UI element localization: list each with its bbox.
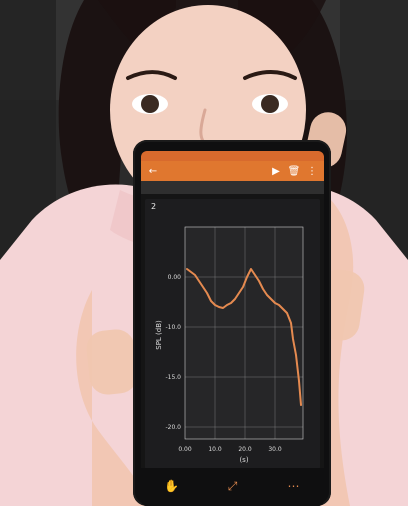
back-button[interactable]: ← <box>147 165 159 177</box>
bottom-navigation: ✋ ⤢ ⋯ <box>141 468 324 506</box>
scene: ← ▶ 🗑 ⋮ 2 SPL (dB) 0.00 -10.0 -15.0 -20.… <box>0 0 408 506</box>
expand-icon: ⤢ <box>227 478 238 493</box>
hand-icon: ✋ <box>164 479 179 493</box>
x-tick: 30.0 <box>268 446 282 453</box>
bottom-nav-item-2[interactable]: ⤢ <box>207 479 259 495</box>
x-axis-label: (s) <box>239 456 248 464</box>
dots-icon: ⋯ <box>287 479 300 493</box>
status-bar <box>141 151 324 161</box>
y-tick: -10.0 <box>165 324 181 331</box>
y-tick: -20.0 <box>165 424 181 431</box>
trash-button[interactable]: 🗑 <box>287 165 301 177</box>
app-bar: ← ▶ 🗑 ⋮ <box>141 161 324 181</box>
trash-icon: 🗑 <box>287 165 301 177</box>
phone-screen: ← ▶ 🗑 ⋮ 2 SPL (dB) 0.00 -10.0 -15.0 -20.… <box>141 151 324 506</box>
more-button[interactable]: ⋮ <box>306 165 318 177</box>
bottom-nav-item-3[interactable]: ⋯ <box>268 479 320 495</box>
panel-number: 2 <box>151 201 157 211</box>
x-tick: 10.0 <box>208 446 222 453</box>
y-tick: -15.0 <box>165 374 181 381</box>
play-button[interactable]: ▶ <box>270 165 282 177</box>
more-icon: ⋮ <box>307 165 317 177</box>
y-axis-label: SPL (dB) <box>155 320 163 350</box>
chart: SPL (dB) 0.00 -10.0 -15.0 -20.0 0.00 10.… <box>151 215 316 465</box>
x-tick: 20.0 <box>238 446 252 453</box>
back-arrow-icon: ← <box>148 165 158 177</box>
y-tick: 0.00 <box>168 274 182 281</box>
chart-svg: SPL (dB) 0.00 -10.0 -15.0 -20.0 0.00 10.… <box>151 215 316 465</box>
play-icon: ▶ <box>272 165 280 177</box>
finger <box>84 327 140 397</box>
bottom-nav-item-1[interactable]: ✋ <box>146 479 198 495</box>
x-tick: 0.00 <box>178 446 192 453</box>
chart-panel: 2 SPL (dB) 0.00 -10.0 -15.0 -20.0 0.00 1… <box>145 199 320 469</box>
panel-header: 2 <box>145 199 320 213</box>
tabs <box>141 181 324 194</box>
